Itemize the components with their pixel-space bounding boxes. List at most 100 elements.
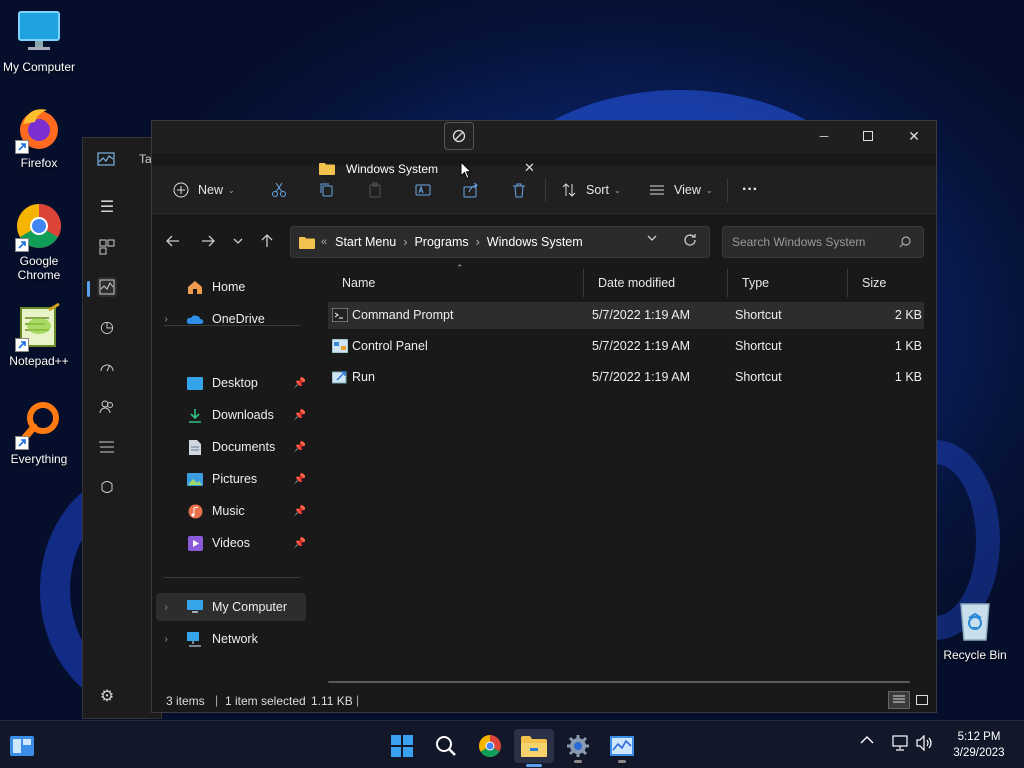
search-icon xyxy=(899,236,911,248)
breadcrumb-windows-system[interactable]: Windows System xyxy=(487,235,583,249)
cut-button[interactable] xyxy=(268,166,290,214)
taskbar-settings[interactable] xyxy=(558,729,598,763)
start-button[interactable] xyxy=(382,729,422,763)
taskbar-search-button[interactable] xyxy=(426,729,466,763)
desktop-icon-everything[interactable]: Everything xyxy=(0,400,78,466)
back-button[interactable] xyxy=(159,215,187,267)
column-header-type[interactable]: Type xyxy=(728,269,848,297)
horizontal-scrollbar[interactable] xyxy=(328,681,910,683)
processes-icon[interactable] xyxy=(97,237,117,257)
nav-separator xyxy=(164,577,300,578)
close-button[interactable]: ✕ xyxy=(892,121,936,151)
chevron-right-icon[interactable]: › xyxy=(156,602,176,613)
system-clock[interactable]: 5:12 PM 3/29/2023 xyxy=(944,729,1014,761)
pin-icon[interactable]: 📌 xyxy=(294,506,306,517)
search-placeholder: Search Windows System xyxy=(732,235,866,249)
table-row[interactable]: Control Panel 5/7/2022 1:19 AM Shortcut … xyxy=(328,333,924,360)
shortcut-arrow-icon xyxy=(15,140,29,154)
desktop-icon-label: Everything xyxy=(10,452,68,466)
settings-gear-icon[interactable]: ⚙ xyxy=(97,686,117,706)
details-view-icon[interactable] xyxy=(888,691,910,709)
nav-item-music[interactable]: Music 📌 xyxy=(156,497,306,525)
breadcrumb-programs[interactable]: Programs xyxy=(414,235,468,249)
nav-item-pictures[interactable]: Pictures 📌 xyxy=(156,465,306,493)
pin-icon[interactable]: 📌 xyxy=(294,474,306,485)
task-manager-window[interactable]: Ta ☰ ◷ ⚙ xyxy=(82,137,162,719)
nav-item-desktop[interactable]: Desktop 📌 xyxy=(156,369,306,397)
shortcut-arrow-icon xyxy=(15,238,29,252)
nav-item-my-computer[interactable]: › My Computer xyxy=(156,593,306,621)
firefox-icon xyxy=(15,104,63,154)
search-box[interactable]: Search Windows System xyxy=(722,226,924,258)
minimize-button[interactable]: ─ xyxy=(802,121,846,151)
breadcrumb-start-menu[interactable]: Start Menu xyxy=(335,235,396,249)
selection-size: 1.11 KB xyxy=(311,694,353,708)
status-divider: | xyxy=(356,693,360,707)
breadcrumb-overflow[interactable]: « xyxy=(321,236,327,248)
table-row[interactable]: Run 5/7/2022 1:19 AM Shortcut 1 KB xyxy=(328,364,924,391)
active-indicator xyxy=(87,281,90,297)
volume-icon[interactable] xyxy=(916,735,934,751)
desktop-icon-label: Firefox xyxy=(20,156,58,170)
pin-icon[interactable]: 📌 xyxy=(294,442,306,453)
new-button[interactable]: New ⌄ xyxy=(170,166,235,214)
network-status-icon[interactable] xyxy=(892,735,910,751)
desktop-icon-my-computer[interactable]: My Computer xyxy=(0,8,78,74)
sort-button[interactable]: Sort ⌄ xyxy=(558,166,621,214)
breadcrumb-separator[interactable]: › xyxy=(476,235,480,249)
refresh-icon[interactable] xyxy=(683,233,697,247)
nav-item-network[interactable]: › Network xyxy=(156,625,306,653)
pin-icon[interactable]: 📌 xyxy=(294,410,306,421)
chevron-right-icon[interactable]: › xyxy=(156,634,176,645)
widgets-button[interactable] xyxy=(2,729,42,763)
app-history-icon[interactable]: ◷ xyxy=(97,317,117,337)
recent-locations-button[interactable] xyxy=(224,215,252,267)
nav-item-onedrive[interactable]: › OneDrive xyxy=(156,305,306,333)
taskbar-file-explorer[interactable] xyxy=(514,729,554,767)
tab-close-button[interactable]: ✕ xyxy=(524,160,535,176)
desktop-icon-recycle-bin[interactable]: Recycle Bin xyxy=(936,596,1014,662)
desktop-icon-chrome[interactable]: Google Chrome xyxy=(0,202,78,282)
address-bar[interactable]: « Start Menu › Programs › Windows System xyxy=(290,226,710,258)
details-icon[interactable] xyxy=(97,437,117,457)
forward-button[interactable] xyxy=(194,215,222,267)
taskbar-chrome[interactable] xyxy=(470,729,510,763)
address-dropdown-icon[interactable] xyxy=(647,235,657,241)
nav-item-downloads[interactable]: Downloads 📌 xyxy=(156,401,306,429)
show-hidden-icons-chevron-icon[interactable] xyxy=(860,735,876,751)
desktop-icon-label: Google Chrome xyxy=(17,254,61,282)
desktop-icon-firefox[interactable]: Firefox xyxy=(0,104,78,170)
taskbar-task-manager[interactable] xyxy=(602,729,642,763)
users-icon[interactable] xyxy=(97,397,117,417)
column-header-date[interactable]: Date modified xyxy=(584,269,728,297)
pin-icon[interactable]: 📌 xyxy=(294,538,306,549)
up-button[interactable] xyxy=(253,215,281,267)
breadcrumb-separator[interactable]: › xyxy=(403,235,407,249)
performance-icon[interactable] xyxy=(97,277,117,297)
tab-title: Windows System xyxy=(346,162,439,176)
command-prompt-icon xyxy=(332,308,348,323)
tab-windows-system[interactable]: Windows System ✕ xyxy=(312,154,544,184)
column-header-size[interactable]: Size xyxy=(848,269,928,297)
startup-apps-icon[interactable] xyxy=(97,357,117,377)
column-header-name[interactable]: Name xyxy=(328,269,584,297)
nav-item-documents[interactable]: Documents 📌 xyxy=(156,433,306,461)
view-button[interactable]: View ⌄ xyxy=(646,166,713,214)
desktop-icon-notepadpp[interactable]: Notepad++ xyxy=(0,302,78,368)
table-row[interactable]: Command Prompt 5/7/2022 1:19 AM Shortcut… xyxy=(328,302,924,329)
hamburger-menu-icon[interactable]: ☰ xyxy=(97,197,117,217)
search-icon xyxy=(435,735,457,757)
maximize-button[interactable] xyxy=(846,121,890,151)
navigation-pane: Home › OneDrive Desktop 📌 Downloads 📌 Do… xyxy=(152,267,312,687)
see-more-button[interactable]: ··· xyxy=(742,166,758,214)
nav-item-videos[interactable]: Videos 📌 xyxy=(156,529,306,557)
navigation-row: « Start Menu › Programs › Windows System… xyxy=(152,215,936,267)
pin-icon[interactable]: 📌 xyxy=(294,378,306,389)
file-explorer-window[interactable]: + ─ ✕ New ⌄ xyxy=(151,120,937,713)
nav-item-home[interactable]: Home xyxy=(156,273,306,301)
services-icon[interactable] xyxy=(97,477,117,497)
chevron-right-icon[interactable]: › xyxy=(156,314,176,325)
everything-icon xyxy=(15,400,63,450)
large-icons-view-icon[interactable] xyxy=(912,691,932,709)
selection-count: 1 item selected xyxy=(225,694,306,708)
